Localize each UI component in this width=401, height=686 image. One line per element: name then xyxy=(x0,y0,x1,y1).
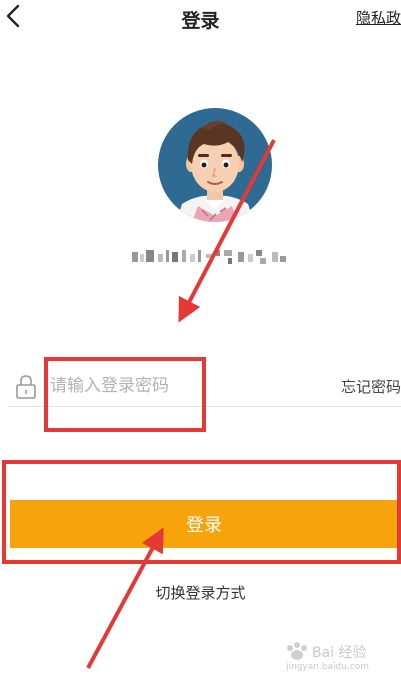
avatar xyxy=(158,108,272,222)
avatar-illustration xyxy=(158,108,272,222)
page-title: 登录 xyxy=(181,10,220,32)
password-row: 忘记密码 xyxy=(0,360,401,408)
watermark-text: Bai 经验 xyxy=(312,645,367,661)
watermark-url: jingyan.baidu.com xyxy=(286,662,370,672)
login-button[interactable]: 登录 xyxy=(10,500,398,548)
annotation-arrow-up xyxy=(86,527,164,669)
watermark: Bai 经验 jingyan.baidu.com xyxy=(284,640,396,676)
masked-username xyxy=(132,250,286,264)
forgot-password-link[interactable]: 忘记密码 xyxy=(341,376,401,397)
switch-login-method-link[interactable]: 切换登录方式 xyxy=(0,582,401,603)
password-input[interactable] xyxy=(50,372,310,400)
input-divider xyxy=(8,406,401,407)
lock-icon xyxy=(16,375,36,399)
header: 登录 隐私政 xyxy=(0,0,401,36)
privacy-link[interactable]: 隐私政 xyxy=(356,7,401,28)
